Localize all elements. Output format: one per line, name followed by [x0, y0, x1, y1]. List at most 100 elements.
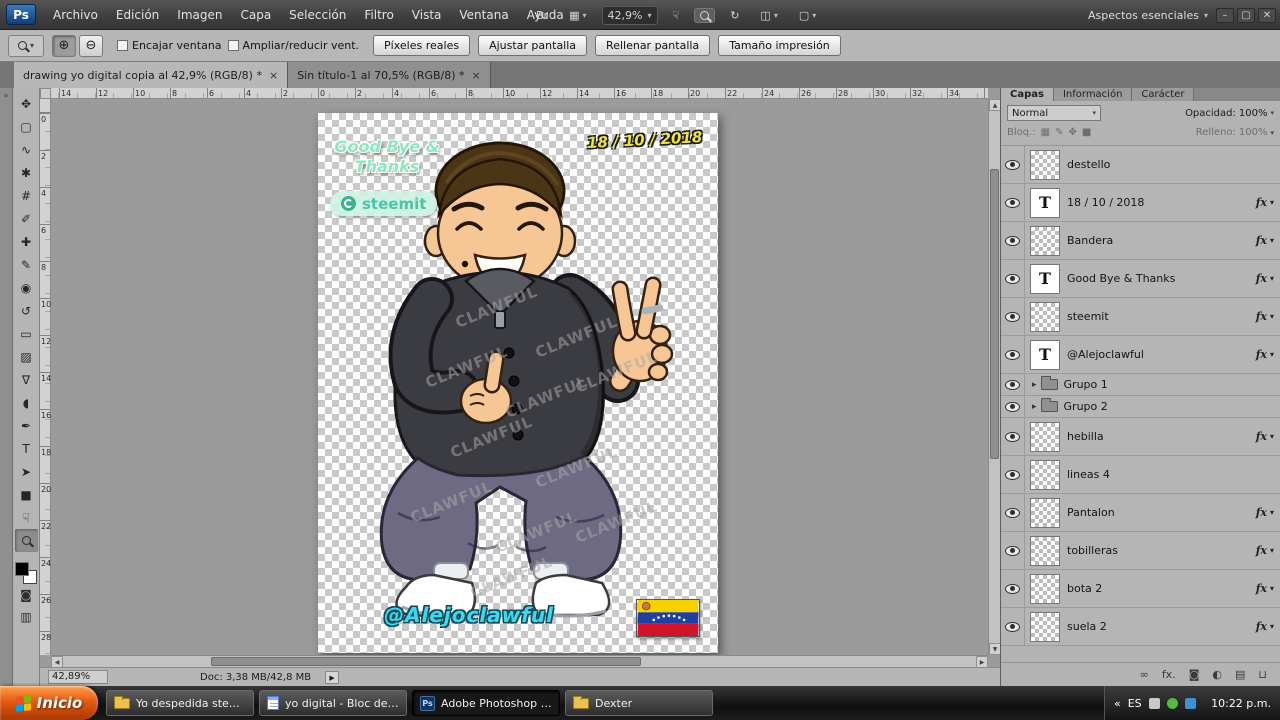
chevron-down-icon[interactable]: ▾ [1270, 129, 1274, 137]
quick-mask-icon[interactable]: ◙ [15, 588, 38, 608]
visibility-toggle[interactable] [1001, 396, 1025, 417]
layer-thumbnail[interactable] [1030, 301, 1060, 332]
arrange-documents-button[interactable]: ◫ ▾ [754, 6, 783, 25]
type-tool[interactable]: T [15, 437, 38, 460]
layer-fx-badge[interactable]: fx ▾ [1256, 234, 1274, 247]
panel-tab-carácter[interactable]: Carácter [1132, 88, 1195, 101]
layer-fx-badge[interactable]: fx ▾ [1256, 620, 1274, 633]
close-button[interactable]: ✕ [1258, 7, 1276, 23]
visibility-toggle[interactable] [1001, 184, 1025, 221]
expand-arrow-icon[interactable]: ▸ [1032, 380, 1037, 390]
shape-tool[interactable]: ■ [15, 483, 38, 506]
delete-layer-icon[interactable]: ⊔ [1258, 668, 1267, 681]
layer-thumbnail[interactable]: T [1030, 187, 1060, 218]
menu-ventana[interactable]: Ventana [450, 0, 517, 30]
layer-style-icon[interactable]: fx. [1162, 668, 1176, 681]
lock-all-icon[interactable]: ■ [1082, 127, 1091, 138]
menu-filtro[interactable]: Filtro [355, 0, 402, 30]
gradient-tool[interactable]: ▨ [15, 345, 38, 368]
taskbar-item[interactable]: Ps Adobe Photoshop CS... [412, 690, 560, 716]
clock[interactable]: 10:22 p.m. [1211, 697, 1271, 710]
menu-vista[interactable]: Vista [403, 0, 451, 30]
zoom-percentage-field[interactable]: 42,89% [48, 670, 108, 684]
visibility-toggle[interactable] [1001, 532, 1025, 569]
layer-row[interactable]: tobilleras fx ▾ [1001, 532, 1280, 570]
taskbar-item[interactable]: Yo despedida steemit [106, 690, 254, 716]
menu-selección[interactable]: Selección [280, 0, 355, 30]
layer-thumbnail[interactable] [1030, 459, 1060, 490]
layer-fx-badge[interactable]: fx ▾ [1256, 430, 1274, 443]
chevron-down-icon[interactable]: ▾ [1270, 109, 1274, 117]
move-tool[interactable]: ✥ [15, 92, 38, 115]
zoom-out-button[interactable]: ⊖ [79, 34, 103, 57]
layer-fx-badge[interactable]: fx ▾ [1256, 506, 1274, 519]
zoom-in-button[interactable]: ⊕ [52, 34, 76, 57]
lock-pixels-icon[interactable]: ✎ [1055, 127, 1063, 138]
hand-icon[interactable]: ☟ [667, 6, 686, 25]
security-icon[interactable] [1166, 697, 1178, 709]
layer-thumbnail[interactable]: T [1030, 339, 1060, 370]
network-icon[interactable] [1184, 697, 1196, 709]
visibility-toggle[interactable] [1001, 608, 1025, 645]
visibility-toggle[interactable] [1001, 374, 1025, 395]
layer-fx-badge[interactable]: fx ▾ [1256, 196, 1274, 209]
link-layers-icon[interactable]: ∞ [1140, 668, 1149, 681]
vertical-scroll-thumb[interactable] [990, 169, 999, 459]
hidden-icons-chevron[interactable]: « [1114, 697, 1121, 710]
pen-tool[interactable]: ✒ [15, 414, 38, 437]
zoom-icon[interactable] [694, 7, 716, 23]
layer-row[interactable]: T @Alejoclawful fx ▾ [1001, 336, 1280, 374]
workspace-switcher[interactable]: Aspectos esenciales ▾ [1088, 0, 1208, 30]
tab-close-icon[interactable]: × [472, 69, 481, 82]
layer-row[interactable]: lineas 4 [1001, 456, 1280, 494]
opacity-value[interactable]: 100% [1239, 108, 1268, 119]
keyboard-icon[interactable] [1148, 697, 1160, 709]
fill-value[interactable]: 100% [1239, 127, 1268, 138]
horizontal-scroll-thumb[interactable] [211, 657, 641, 666]
layer-thumbnail[interactable] [1030, 573, 1060, 604]
layer-row[interactable]: hebilla fx ▾ [1001, 418, 1280, 456]
dock-collapse-strip[interactable]: » [0, 88, 13, 686]
horizontal-scrollbar[interactable]: ◀ ▶ [51, 655, 988, 668]
eyedropper-tool[interactable]: ✐ [15, 207, 38, 230]
layer-row[interactable]: T 18 / 10 / 2018 fx ▾ [1001, 184, 1280, 222]
tamaño-impresión-button[interactable]: Tamaño impresión [718, 35, 841, 56]
visibility-toggle[interactable] [1001, 494, 1025, 531]
layer-row[interactable]: steemit fx ▾ [1001, 298, 1280, 336]
visibility-toggle[interactable] [1001, 570, 1025, 607]
layer-thumbnail[interactable] [1030, 535, 1060, 566]
bridge-button[interactable]: Br [530, 6, 554, 25]
layer-thumbnail[interactable] [1030, 611, 1060, 642]
blur-tool[interactable]: ∇ [15, 368, 38, 391]
layer-row[interactable]: Bandera fx ▾ [1001, 222, 1280, 260]
maximize-button[interactable]: ▢ [1237, 7, 1255, 23]
tool-preset-picker[interactable]: ▾ [8, 34, 44, 57]
minimize-button[interactable]: – [1216, 7, 1234, 23]
layer-mask-icon[interactable]: ◙ [1189, 668, 1200, 681]
document-canvas[interactable]: CLAWFUL CLAWFUL CLAWFUL CLAWFUL CLAWFUL CLAWF… [318, 113, 718, 653]
visibility-toggle[interactable] [1001, 222, 1025, 259]
menu-edición[interactable]: Edición [107, 0, 168, 30]
tab-close-icon[interactable]: × [269, 69, 278, 82]
visibility-toggle[interactable] [1001, 146, 1025, 183]
panel-tab-información[interactable]: Información [1053, 88, 1133, 101]
layer-fx-badge[interactable]: fx ▾ [1256, 544, 1274, 557]
layer-thumbnail[interactable]: T [1030, 263, 1060, 294]
foreground-color-swatch[interactable] [15, 562, 29, 576]
layer-row[interactable]: ▸ Grupo 1 [1001, 374, 1280, 396]
expand-arrow-icon[interactable]: ▸ [1032, 402, 1037, 412]
layer-row[interactable]: bota 2 fx ▾ [1001, 570, 1280, 608]
dodge-tool[interactable]: ◖ [15, 391, 38, 414]
layer-thumbnail[interactable] [1030, 149, 1060, 180]
screen-mode-button[interactable]: ▢ ▾ [793, 6, 822, 25]
history-brush-tool[interactable]: ↺ [15, 299, 38, 322]
language-indicator[interactable]: ES [1128, 697, 1142, 710]
crop-tool[interactable]: # [15, 184, 38, 207]
color-swatches[interactable] [15, 562, 37, 584]
healing-brush-tool[interactable]: ✚ [15, 230, 38, 253]
visibility-toggle[interactable] [1001, 336, 1025, 373]
vertical-scrollbar[interactable]: ▲ ▼ [988, 99, 1001, 655]
status-options-arrow[interactable]: ▶ [325, 670, 340, 684]
layer-row[interactable]: Pantalon fx ▾ [1001, 494, 1280, 532]
rellenar-pantalla-button[interactable]: Rellenar pantalla [595, 35, 711, 56]
